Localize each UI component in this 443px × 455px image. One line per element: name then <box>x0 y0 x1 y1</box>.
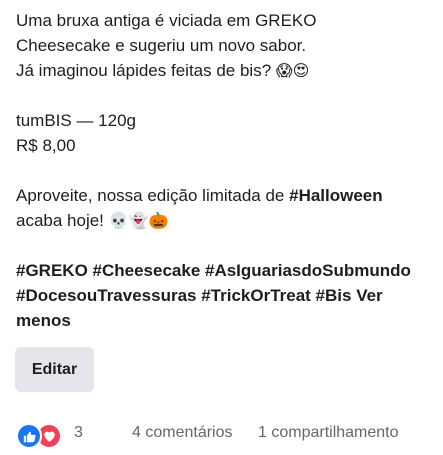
post-line-3-text: Já imaginou lápides feitas de bis? <box>16 61 272 80</box>
reaction-count[interactable]: 3 <box>74 424 83 442</box>
see-less-link[interactable]: menos <box>16 308 436 333</box>
thumbs-up-icon <box>16 423 42 449</box>
skull-ghost-pumpkin-emoji-icon: 💀👻🎃 <box>108 211 169 230</box>
comments-count-link[interactable]: 4 comentários <box>132 424 233 442</box>
product-name: tumBIS — 120g <box>16 111 137 130</box>
promo-suffix-text: acaba hoje! <box>16 211 109 230</box>
post-footer: 3 4 comentários 1 compartilhamento <box>16 420 436 449</box>
product-price: R$ 8,00 <box>16 136 76 155</box>
hashtags-line-2[interactable]: #DocesouTravessuras #TrickOrTreat #Bis V… <box>16 283 436 308</box>
hashtags-line-1[interactable]: #GREKO #Cheesecake #AsIguariasdoSubmundo <box>16 258 436 283</box>
scream-heart-eyes-emoji-icon: 😱😍 <box>275 61 310 80</box>
reactions-summary[interactable] <box>16 421 68 449</box>
post-line-2: Cheesecake e sugeriu um novo sabor. <box>16 36 307 55</box>
post-line-3: Já imaginou lápides feitas de bis? 😱😍 <box>16 58 436 83</box>
post-text: Uma bruxa antiga é viciada em GREKO Chee… <box>16 8 436 333</box>
promo-line-1: Aproveite, nossa edição limitada de #Hal… <box>16 183 436 208</box>
hashtag-halloween-link[interactable]: #Halloween <box>289 186 383 205</box>
promo-line-2: acaba hoje! 💀👻🎃 <box>16 208 436 233</box>
post-line-1: Uma bruxa antiga é viciada em GREKO <box>16 11 317 30</box>
promo-text: Aproveite, nossa edição limitada de <box>16 186 290 205</box>
shares-count-link[interactable]: 1 compartilhamento <box>258 424 399 442</box>
edit-button[interactable]: Editar <box>15 347 94 392</box>
